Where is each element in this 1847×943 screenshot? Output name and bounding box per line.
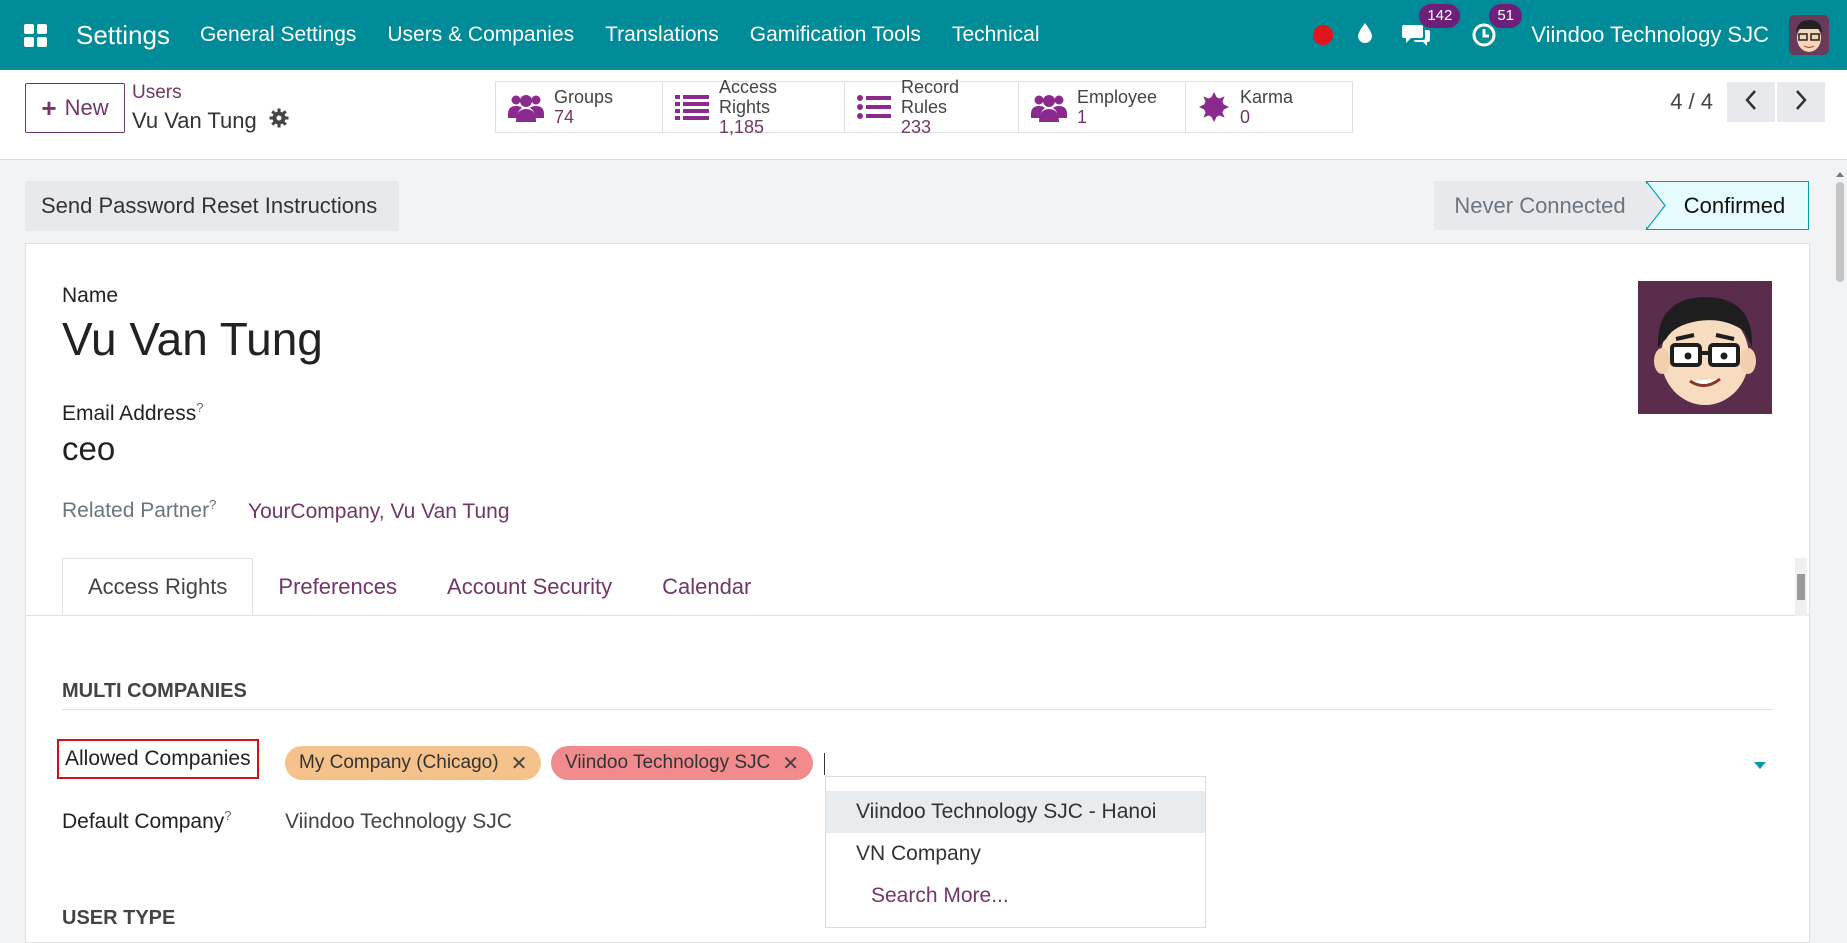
plus-icon: + (41, 92, 57, 123)
dropdown-caret-icon[interactable] (1754, 762, 1766, 769)
help-tooltip-icon[interactable]: ? (224, 808, 231, 823)
record-rules-count: 233 (901, 117, 932, 137)
new-button-label: New (64, 95, 109, 120)
allowed-company-tag: Viindoo Technology SJC ✕ (551, 746, 814, 780)
name-label: Name (62, 284, 119, 307)
email-field[interactable]: ceo (62, 430, 115, 468)
stage-never-connected[interactable]: Never Connected (1434, 181, 1646, 230)
main-menu: General Settings Users & Companies Trans… (200, 23, 1071, 47)
section-divider (62, 709, 1773, 710)
app-title[interactable]: Settings (76, 20, 170, 51)
tab-calendar[interactable]: Calendar (637, 558, 776, 616)
scroll-thumb[interactable] (1836, 182, 1844, 282)
company-switcher[interactable]: Viindoo Technology SJC (1531, 22, 1769, 48)
remove-tag-icon[interactable]: ✕ (511, 751, 528, 776)
access-rights-count: 1,185 (719, 117, 765, 137)
user-avatar[interactable] (1789, 15, 1829, 55)
notebook-tabs: Access Rights Preferences Account Securi… (62, 558, 776, 616)
chevron-right-icon (1794, 89, 1808, 116)
messages-icon[interactable]: 142 (1401, 4, 1461, 48)
breadcrumb-current: Vu Van Tung (132, 108, 289, 134)
tabs-divider (25, 615, 1810, 616)
related-partner-label: Related Partner? (62, 497, 216, 523)
groups-label: Groups (554, 87, 614, 107)
email-label: Email Address? (62, 400, 203, 426)
record-rules-smart-button[interactable]: Record Rules 233 (844, 77, 1019, 137)
users-icon (1031, 92, 1067, 122)
water-drop-icon[interactable] (1357, 22, 1373, 49)
karma-smart-button[interactable]: Karma 0 (1185, 81, 1353, 133)
dropdown-option[interactable]: Viindoo Technology SJC - Hanoi (826, 791, 1205, 833)
access-rights-smart-button[interactable]: Access Rights 1,185 (662, 77, 845, 137)
default-company-label: Default Company? (62, 808, 231, 834)
menu-gamification-tools[interactable]: Gamification Tools (750, 23, 921, 47)
breadcrumb: Users Vu Van Tung (132, 82, 289, 134)
tabs-scrollbar[interactable] (1795, 558, 1807, 616)
tab-preferences[interactable]: Preferences (253, 558, 422, 616)
activity-clock-icon[interactable]: 51 (1471, 4, 1522, 48)
karma-icon (1198, 91, 1230, 123)
pager: 4 / 4 (1670, 82, 1825, 122)
allowed-companies-label: Allowed Companies (57, 739, 259, 779)
systray: 142 51 Viindoo Technology SJC (1313, 0, 1847, 70)
search-more-link[interactable]: Search More... (826, 875, 1205, 917)
messages-count-badge: 142 (1419, 4, 1461, 28)
allowed-companies-input[interactable] (824, 753, 825, 775)
related-partner-label-text: Related Partner (62, 499, 210, 522)
menu-translations[interactable]: Translations (605, 23, 719, 47)
name-field[interactable]: Vu Van Tung (62, 312, 323, 366)
menu-users-companies[interactable]: Users & Companies (387, 23, 574, 47)
menu-general-settings[interactable]: General Settings (200, 23, 356, 47)
list-icon (675, 94, 709, 120)
section-user-type: USER TYPE (62, 907, 176, 929)
activities-count-badge: 51 (1489, 4, 1522, 28)
breadcrumb-users-link[interactable]: Users (132, 82, 289, 104)
pager-next-button[interactable] (1777, 82, 1825, 122)
menu-technical[interactable]: Technical (952, 23, 1040, 47)
tag-label: Viindoo Technology SJC (565, 752, 771, 773)
section-multi-companies: MULTI COMPANIES (62, 680, 247, 702)
companies-autocomplete-dropdown: Viindoo Technology SJC - Hanoi VN Compan… (825, 776, 1206, 928)
control-panel: + New Users Vu Van Tung Groups 74 Access… (0, 70, 1847, 160)
apps-menu-icon[interactable] (0, 0, 70, 70)
pager-previous-button[interactable] (1727, 82, 1775, 122)
list-icon (857, 95, 891, 119)
remove-tag-icon[interactable]: ✕ (782, 751, 799, 776)
record-rules-label: Record Rules (901, 77, 960, 117)
access-rights-label: Access Rights (719, 77, 778, 117)
email-label-text: Email Address (62, 402, 197, 425)
groups-count: 74 (554, 107, 575, 127)
pager-value[interactable]: 4 / 4 (1670, 89, 1713, 115)
send-password-reset-button[interactable]: Send Password Reset Instructions (25, 181, 399, 231)
scroll-up-arrow-icon[interactable] (1836, 172, 1844, 177)
karma-count: 0 (1240, 107, 1251, 127)
default-company-field[interactable]: Viindoo Technology SJC (285, 810, 512, 834)
help-tooltip-icon[interactable]: ? (209, 497, 216, 512)
groups-smart-button[interactable]: Groups 74 (495, 81, 663, 133)
users-icon (508, 92, 544, 122)
top-navbar: Settings General Settings Users & Compan… (0, 0, 1847, 70)
record-dot-icon[interactable] (1313, 25, 1334, 45)
new-button[interactable]: + New (25, 83, 125, 133)
stage-arrow-icon (1644, 181, 1666, 230)
page-scrollbar[interactable] (1834, 170, 1846, 931)
tag-label: My Company (Chicago) (299, 752, 499, 773)
tab-access-rights[interactable]: Access Rights (62, 558, 254, 616)
allowed-company-tag: My Company (Chicago) ✕ (285, 746, 542, 780)
tab-account-security[interactable]: Account Security (422, 558, 637, 616)
user-avatar-image[interactable] (1638, 281, 1772, 414)
chevron-left-icon (1744, 89, 1758, 116)
employee-label: Employee (1077, 87, 1158, 107)
related-partner-link[interactable]: YourCompany, Vu Van Tung (248, 500, 510, 524)
employee-count: 1 (1077, 107, 1088, 127)
help-tooltip-icon[interactable]: ? (196, 400, 203, 415)
employee-smart-button[interactable]: Employee 1 (1018, 81, 1186, 133)
stage-confirmed[interactable]: Confirmed (1646, 181, 1809, 230)
default-company-label-text: Default Company (62, 810, 225, 833)
smart-buttons: Groups 74 Access Rights 1,185 Record Rul… (495, 77, 1353, 137)
dropdown-option[interactable]: VN Company (826, 833, 1205, 875)
gear-icon[interactable] (269, 108, 289, 134)
karma-label: Karma (1240, 87, 1294, 107)
breadcrumb-current-label: Vu Van Tung (132, 108, 257, 133)
